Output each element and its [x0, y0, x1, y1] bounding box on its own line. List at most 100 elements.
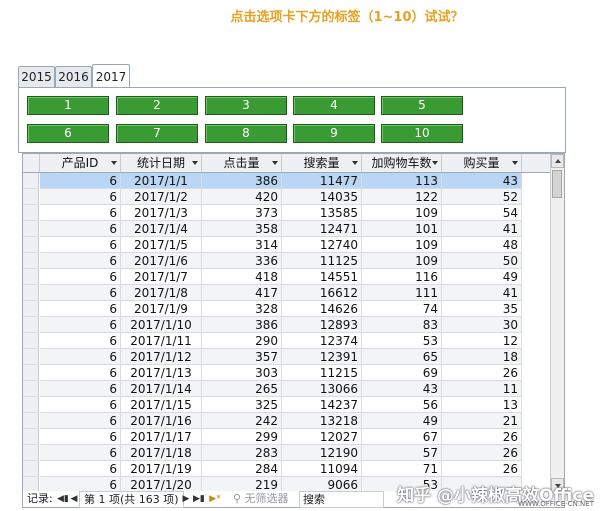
column-header-clicks[interactable]: 点击量 [202, 154, 282, 172]
column-header-cart[interactable]: 加购物车数 [362, 154, 442, 172]
label-button-9[interactable]: 9 [293, 124, 375, 143]
cell-search[interactable]: 12893 [282, 317, 362, 333]
table-row[interactable]: 6 2017/1/13 303 11215 69 26 [23, 365, 551, 381]
cell-clicks[interactable]: 284 [202, 461, 282, 477]
cell-cart[interactable]: 67 [362, 429, 442, 445]
sort-dropdown-icon[interactable] [512, 161, 518, 165]
row-selector[interactable] [23, 397, 39, 413]
sort-dropdown-icon[interactable] [432, 161, 438, 165]
cell-id[interactable]: 6 [40, 461, 121, 477]
cell-search[interactable]: 14626 [282, 301, 362, 317]
label-button-4[interactable]: 4 [293, 96, 375, 115]
cell-id[interactable]: 6 [40, 301, 121, 317]
cell-date[interactable]: 2017/1/15 [121, 397, 202, 413]
cell-id[interactable]: 6 [40, 237, 121, 253]
sort-dropdown-icon[interactable] [272, 161, 278, 165]
cell-date[interactable]: 2017/1/16 [121, 413, 202, 429]
row-selector[interactable] [23, 221, 39, 237]
row-selector[interactable] [23, 301, 39, 317]
cell-buy[interactable]: 43 [442, 173, 522, 189]
cell-search[interactable]: 12190 [282, 445, 362, 461]
label-button-5[interactable]: 5 [381, 96, 463, 115]
cell-date[interactable]: 2017/1/17 [121, 429, 202, 445]
table-row[interactable]: 6 2017/1/6 336 11125 109 50 [23, 253, 551, 269]
row-selector[interactable] [23, 461, 39, 477]
cell-search[interactable]: 12740 [282, 237, 362, 253]
cell-search[interactable]: 13066 [282, 381, 362, 397]
cell-id[interactable]: 6 [40, 221, 121, 237]
table-row[interactable]: 6 2017/1/14 265 13066 43 11 [23, 381, 551, 397]
row-selector[interactable] [23, 445, 39, 461]
cell-id[interactable]: 6 [40, 205, 121, 221]
cell-clicks[interactable]: 328 [202, 301, 282, 317]
table-row[interactable]: 6 2017/1/3 373 13585 109 54 [23, 205, 551, 221]
label-button-6[interactable]: 6 [27, 124, 109, 143]
cell-id[interactable]: 6 [40, 381, 121, 397]
select-all-corner[interactable] [23, 154, 40, 172]
cell-clicks[interactable]: 336 [202, 253, 282, 269]
cell-cart[interactable]: 101 [362, 221, 442, 237]
cell-clicks[interactable]: 265 [202, 381, 282, 397]
cell-search[interactable]: 12471 [282, 221, 362, 237]
cell-clicks[interactable]: 299 [202, 429, 282, 445]
cell-id[interactable]: 6 [40, 349, 121, 365]
cell-clicks[interactable]: 386 [202, 317, 282, 333]
label-button-3[interactable]: 3 [205, 96, 287, 115]
new-record-icon[interactable]: ▶* [207, 491, 223, 507]
row-selector[interactable] [23, 253, 39, 269]
cell-buy[interactable]: 11 [442, 381, 522, 397]
table-row[interactable]: 6 2017/1/12 357 12391 65 18 [23, 349, 551, 365]
label-button-10[interactable]: 10 [381, 124, 463, 143]
cell-search[interactable]: 11215 [282, 365, 362, 381]
column-header-product-id[interactable]: 产品ID [40, 154, 121, 172]
cell-cart[interactable]: 65 [362, 349, 442, 365]
cell-buy[interactable]: 26 [442, 461, 522, 477]
cell-id[interactable]: 6 [40, 317, 121, 333]
cell-search[interactable]: 12027 [282, 429, 362, 445]
cell-buy[interactable]: 21 [442, 413, 522, 429]
cell-buy[interactable]: 50 [442, 253, 522, 269]
cell-id[interactable]: 6 [40, 253, 121, 269]
cell-cart[interactable]: 69 [362, 365, 442, 381]
cell-date[interactable]: 2017/1/7 [121, 269, 202, 285]
cell-id[interactable]: 6 [40, 365, 121, 381]
cell-cart[interactable]: 109 [362, 253, 442, 269]
cell-clicks[interactable]: 283 [202, 445, 282, 461]
cell-cart[interactable]: 56 [362, 397, 442, 413]
cell-clicks[interactable]: 325 [202, 397, 282, 413]
cell-buy[interactable]: 13 [442, 397, 522, 413]
cell-cart[interactable]: 113 [362, 173, 442, 189]
label-button-7[interactable]: 7 [116, 124, 198, 143]
column-header-search[interactable]: 搜索量 [282, 154, 362, 172]
table-row[interactable]: 6 2017/1/15 325 14237 56 13 [23, 397, 551, 413]
first-record-icon[interactable]: ◀▮ [57, 491, 69, 507]
cell-clicks[interactable]: 386 [202, 173, 282, 189]
row-selector[interactable] [23, 285, 39, 301]
cell-search[interactable]: 11477 [282, 173, 362, 189]
cell-buy[interactable]: 48 [442, 237, 522, 253]
cell-buy[interactable]: 52 [442, 189, 522, 205]
cell-buy[interactable]: 26 [442, 445, 522, 461]
cell-id[interactable]: 6 [40, 285, 121, 301]
cell-date[interactable]: 2017/1/10 [121, 317, 202, 333]
cell-date[interactable]: 2017/1/6 [121, 253, 202, 269]
cell-id[interactable]: 6 [40, 413, 121, 429]
cell-cart[interactable]: 109 [362, 205, 442, 221]
table-row[interactable]: 6 2017/1/18 283 12190 57 26 [23, 445, 551, 461]
cell-id[interactable]: 6 [40, 173, 121, 189]
scroll-up-icon[interactable] [551, 154, 564, 168]
cell-search[interactable]: 14551 [282, 269, 362, 285]
cell-date[interactable]: 2017/1/2 [121, 189, 202, 205]
row-selector[interactable] [23, 237, 39, 253]
column-header-buy[interactable]: 购买量 [442, 154, 522, 172]
row-selector[interactable] [23, 269, 39, 285]
cell-clicks[interactable]: 314 [202, 237, 282, 253]
cell-search[interactable]: 13218 [282, 413, 362, 429]
row-selector[interactable] [23, 349, 39, 365]
table-row[interactable]: 6 2017/1/16 242 13218 49 21 [23, 413, 551, 429]
label-button-8[interactable]: 8 [205, 124, 287, 143]
tab-2017[interactable]: 2017 [92, 64, 130, 88]
cell-buy[interactable]: 54 [442, 205, 522, 221]
cell-cart[interactable]: 111 [362, 285, 442, 301]
no-filter-toggle[interactable]: ⚲ 无筛选器 [233, 491, 289, 507]
